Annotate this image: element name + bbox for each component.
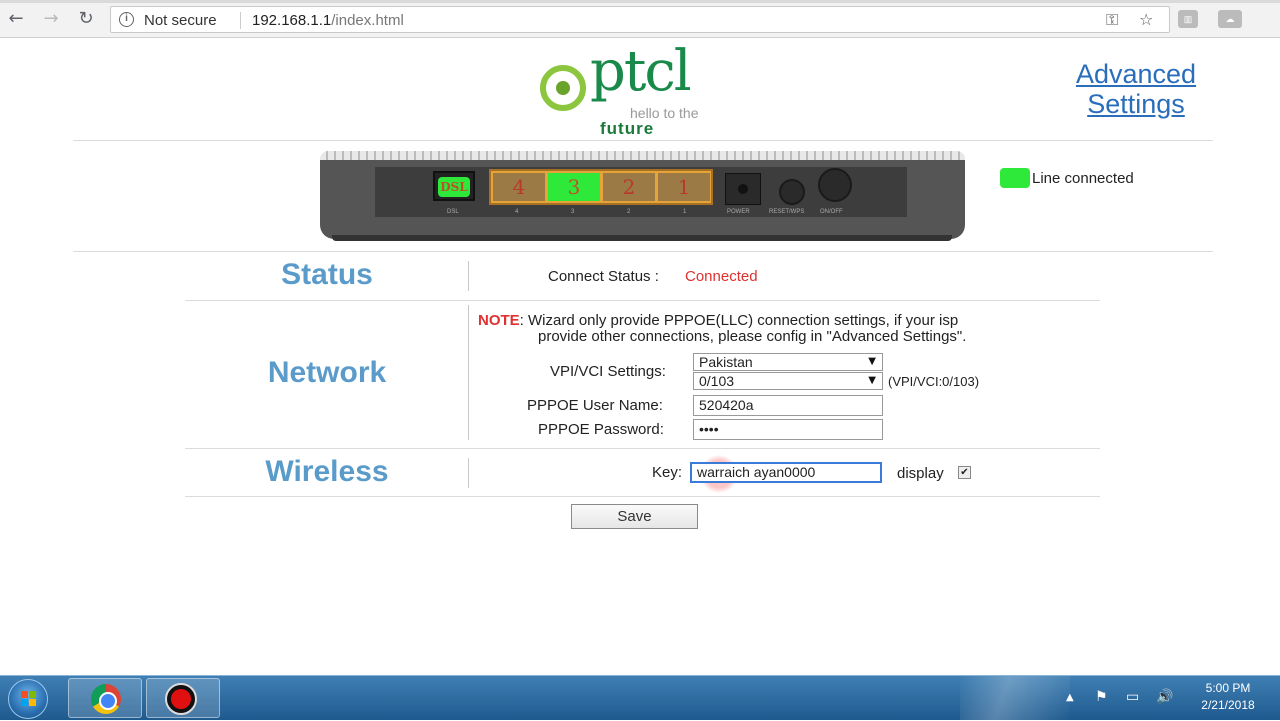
forward-icon[interactable]: → [40,8,62,30]
action-center-flag-icon[interactable]: ⚑ [1095,689,1108,705]
advanced-settings-line2[interactable]: Settings [1060,89,1212,119]
taskbar-chrome-button[interactable] [68,678,142,718]
clock-time: 5:00 PM [1205,681,1251,695]
logo-dot [556,81,570,95]
reset-wps-button-graphic [779,179,805,205]
extension-cloud-icon[interactable]: ☁ [1218,10,1242,28]
advanced-settings-link[interactable]: Advanced Settings [1060,59,1212,119]
connect-status-label: Connect Status : [548,268,659,285]
connect-status-value: Connected [685,268,758,285]
status-vertical-divider [468,261,469,291]
url-text[interactable]: 192.168.1.1/index.html [252,12,404,29]
status-divider [185,300,1100,301]
router-back-panel: DSL 4 3 2 1 DSL 4 3 2 1 POWER RESET/WPS … [375,167,907,217]
port-label-reset: RESET/WPS [769,209,805,215]
router-setup-page: ptcl hello to the future Advanced Settin… [0,39,1280,675]
advanced-settings-line1[interactable]: Advanced [1060,59,1212,89]
wireless-key-label: Key: [652,464,683,481]
url-host: 192.168.1.1 [252,12,332,29]
eth-port-2: 2 [603,173,655,201]
taskbar-recorder-button[interactable] [146,678,220,718]
back-icon[interactable]: ← [5,8,27,30]
display-key-label: display [897,465,944,482]
router-divider [73,251,1213,252]
status-section-title: Status [281,258,373,291]
start-button[interactable] [2,677,54,719]
port-label-dsl: DSL [447,209,459,215]
network-section-title: Network [267,356,387,389]
network-note: NOTE: Wizard only provide PPPOE(LLC) con… [478,313,958,329]
line-status-led [1000,168,1030,188]
line-status-text: Line connected [1032,170,1134,187]
note-line1: : Wizard only provide PPPOE(LLC) connect… [519,312,959,329]
pppoe-username-input[interactable]: 520420a [693,395,883,416]
dsl-port-label: DSL [438,177,470,197]
windows-taskbar: ▲ ⚑ ▭ 🔊 5:00 PM 2/21/2018 [0,675,1280,721]
chrome-icon [91,684,121,714]
show-hidden-icons-icon[interactable]: ▲ [1066,692,1074,703]
country-select-value: Pakistan [699,354,753,370]
address-bar[interactable]: i Not secure 192.168.1.1/index.html ⚿ ☆ [110,6,1170,33]
pppoe-password-input[interactable]: •••• [693,419,883,440]
port-label-3: 3 [571,209,575,215]
router-base [332,235,952,241]
eth-port-4: 4 [493,173,545,201]
wireless-section-title: Wireless [265,455,389,488]
port-label-power: POWER [727,209,750,215]
network-icon[interactable]: ▭ [1126,689,1139,705]
vpi-vci-select[interactable]: 0/103 ▼ [693,372,883,390]
port-label-onoff: ON/OFF [820,209,843,215]
record-icon [165,683,197,715]
network-divider [185,448,1100,449]
ethernet-ports: 4 3 2 1 [489,169,713,205]
browser-toolbar: ← → ↻ i Not secure 192.168.1.1/index.htm… [0,0,1280,38]
volume-icon[interactable]: 🔊 [1156,689,1173,705]
dsl-port: DSL [433,171,475,201]
omnibox-divider [240,12,241,29]
tab-strip [0,0,1280,3]
eth-port-1: 1 [658,173,710,201]
extension-icon[interactable]: ▥ [1178,10,1198,28]
url-path: /index.html [331,12,404,29]
port-label-2: 2 [627,209,631,215]
chevron-down-icon: ▼ [868,356,876,367]
clock-date: 2/21/2018 [1201,698,1255,712]
port-label-4: 4 [515,209,519,215]
network-vertical-divider [468,305,469,440]
taskbar-clock[interactable]: 5:00 PM 2/21/2018 [1182,680,1274,714]
vpi-vci-hint: (VPI/VCI:0/103) [888,374,980,389]
wireless-divider [185,496,1100,497]
taskbar-glass-highlight [960,676,1070,721]
router-illustration: DSL 4 3 2 1 DSL 4 3 2 1 POWER RESET/WPS … [320,151,965,241]
wireless-vertical-divider [468,458,469,488]
vpi-vci-label: VPI/VCI Settings: [550,363,666,380]
key-icon[interactable]: ⚿ [1106,10,1118,30]
ptcl-logo: ptcl hello to the future [540,39,720,138]
reload-icon[interactable]: ↻ [75,8,97,30]
security-label[interactable]: Not secure [144,12,217,29]
power-jack [725,173,761,205]
wireless-key-input[interactable]: warraich ayan0000 [690,462,882,483]
chevron-down-icon: ▼ [868,375,876,386]
note-line2: provide other connections, please config… [538,328,967,345]
windows-logo-icon [21,691,37,707]
router-vents [320,151,965,160]
eth-port-3: 3 [548,173,600,201]
vpi-vci-select-value: 0/103 [699,373,735,389]
note-label: NOTE [478,312,520,329]
pppoe-username-label: PPPOE User Name: [527,397,663,414]
bookmark-star-icon[interactable]: ☆ [1139,10,1153,29]
logo-wordmark: ptcl [590,39,692,104]
display-key-checkbox[interactable]: ✔ [958,466,971,479]
logo-tagline-future: future [600,119,655,138]
pppoe-password-label: PPPOE Password: [538,421,664,438]
start-orb[interactable] [8,679,48,719]
country-select[interactable]: Pakistan ▼ [693,353,883,371]
on-off-button-graphic [818,168,852,202]
save-button[interactable]: Save [571,504,698,529]
port-label-1: 1 [683,209,687,215]
header-divider [73,140,1213,141]
info-icon[interactable]: i [119,12,134,27]
